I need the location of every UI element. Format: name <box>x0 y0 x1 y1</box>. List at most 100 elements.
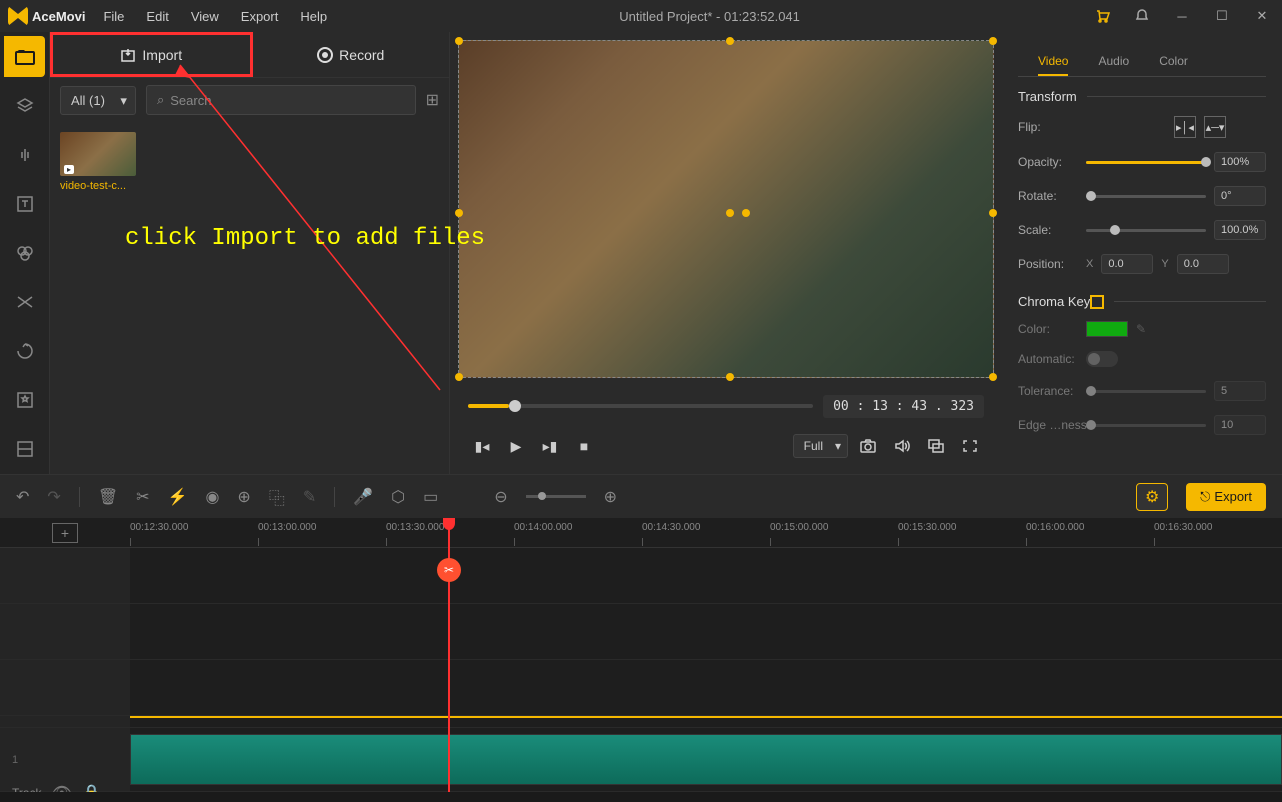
close-button[interactable]: ✕ <box>1242 0 1282 32</box>
edge-slider[interactable] <box>1086 424 1206 427</box>
tolerance-slider[interactable] <box>1086 390 1206 393</box>
ratio-button[interactable]: ▭ <box>423 487 438 507</box>
preview-button[interactable]: ◉ <box>205 487 219 507</box>
snapshot-icon[interactable] <box>854 432 882 460</box>
edge-value[interactable]: 10 <box>1214 415 1266 435</box>
filter-dropdown[interactable]: All (1) <box>60 86 136 115</box>
rotate-value[interactable]: 0° <box>1214 186 1266 206</box>
lock-icon[interactable]: 🔒 <box>82 783 102 793</box>
zoom-in-button[interactable]: ⊕ <box>604 487 617 507</box>
annotation-text: click Import to add files <box>125 225 485 252</box>
maximize-button[interactable]: ☐ <box>1202 0 1242 32</box>
scale-slider[interactable] <box>1086 229 1206 232</box>
marker-button[interactable]: ⬡ <box>391 487 405 507</box>
detach-icon[interactable] <box>922 432 950 460</box>
opacity-value[interactable]: 100% <box>1214 152 1266 172</box>
position-y[interactable]: 0.0 <box>1177 254 1229 274</box>
tab-color[interactable]: Color <box>1159 48 1188 76</box>
media-thumb[interactable]: video-test-c... <box>60 132 140 192</box>
volume-icon[interactable] <box>888 432 916 460</box>
chroma-section: Chroma Key <box>1018 294 1266 309</box>
sidebar-media[interactable] <box>4 36 45 77</box>
scale-label: Scale: <box>1018 223 1078 237</box>
split-button[interactable]: ✂ <box>136 487 149 507</box>
video-clip[interactable] <box>130 734 1282 785</box>
menu-export[interactable]: Export <box>231 3 289 30</box>
sidebar-layers[interactable] <box>0 81 49 130</box>
minimize-button[interactable]: ─ <box>1162 0 1202 32</box>
edge-label: Edge …ness: <box>1018 418 1078 432</box>
opacity-slider[interactable] <box>1086 161 1206 164</box>
import-button[interactable]: Import <box>50 32 253 77</box>
prev-frame-button[interactable]: ▮◂ <box>468 432 496 460</box>
play-button[interactable]: ▶ <box>502 432 530 460</box>
rotate-label: Rotate: <box>1018 189 1078 203</box>
sidebar-split[interactable] <box>0 425 49 474</box>
titlebar: AceMovi File Edit View Export Help Untit… <box>0 0 1282 32</box>
menu-edit[interactable]: Edit <box>136 3 178 30</box>
mic-button[interactable]: 🎤 <box>353 487 373 507</box>
tab-audio[interactable]: Audio <box>1098 48 1129 76</box>
track-row-main: 1 Track 👁 🔒 <box>0 728 1282 792</box>
sidebar-templates[interactable] <box>0 376 49 425</box>
timeline-ruler[interactable]: + 00:12:30.000 00:13:00.000 00:13:30.000… <box>0 518 1282 548</box>
automatic-label: Automatic: <box>1018 352 1078 366</box>
menu-help[interactable]: Help <box>290 3 337 30</box>
sidebar-filters[interactable] <box>0 229 49 278</box>
flip-horizontal-button[interactable]: ▸│◂ <box>1174 116 1196 138</box>
export-label: Export <box>1214 489 1252 504</box>
zoom-slider[interactable] <box>526 495 586 498</box>
rotate-slider[interactable] <box>1086 195 1206 198</box>
stop-button[interactable]: ■ <box>570 432 598 460</box>
position-x[interactable]: 0.0 <box>1101 254 1153 274</box>
delete-button[interactable]: 🗑 <box>98 487 118 507</box>
record-button[interactable]: Record <box>253 32 450 77</box>
tolerance-value[interactable]: 5 <box>1214 381 1266 401</box>
export-button[interactable]: ⎋ Export <box>1186 483 1266 511</box>
playhead[interactable]: ✂ <box>448 518 450 792</box>
redo-button[interactable]: ↷ <box>47 487 60 507</box>
track-divider <box>0 716 1282 728</box>
sidebar-audio[interactable] <box>0 130 49 179</box>
record-icon <box>317 47 333 63</box>
left-sidebar <box>0 32 50 474</box>
sidebar-behaviors[interactable] <box>0 327 49 376</box>
grid-view-icon[interactable]: ⊞ <box>426 90 439 110</box>
speed-button[interactable]: ⚡ <box>168 487 188 507</box>
search-input[interactable]: ⌕ Search <box>146 85 416 115</box>
thumb-label: video-test-c... <box>60 180 140 192</box>
tab-video[interactable]: Video <box>1038 48 1068 76</box>
cart-icon[interactable] <box>1082 0 1122 32</box>
visibility-icon[interactable]: 👁 <box>52 783 72 793</box>
chroma-checkbox[interactable] <box>1090 295 1104 309</box>
menu-view[interactable]: View <box>181 3 229 30</box>
add-track-button[interactable]: + <box>52 523 78 543</box>
import-label: Import <box>142 47 182 63</box>
preview-canvas[interactable] <box>458 40 994 378</box>
sidebar-text[interactable] <box>0 179 49 228</box>
settings-button[interactable]: ⚙ <box>1136 483 1168 511</box>
menu-file[interactable]: File <box>93 3 134 30</box>
bell-icon[interactable] <box>1122 0 1162 32</box>
chroma-color-swatch[interactable] <box>1086 321 1128 337</box>
color-label: Color: <box>1018 322 1078 336</box>
automatic-toggle[interactable] <box>1086 351 1118 367</box>
track-row <box>0 548 1282 604</box>
scale-value[interactable]: 100.0% <box>1214 220 1266 240</box>
sidebar-transitions[interactable] <box>0 278 49 327</box>
zoom-out-button[interactable]: ⊖ <box>494 487 507 507</box>
progress-bar[interactable] <box>468 404 813 408</box>
flip-vertical-button[interactable]: ▴─▾ <box>1204 116 1226 138</box>
project-title: Untitled Project* - 01:23:52.041 <box>337 9 1082 24</box>
crop-button[interactable]: ⿻ <box>269 485 285 509</box>
opacity-label: Opacity: <box>1018 155 1078 169</box>
fullscreen-icon[interactable] <box>956 432 984 460</box>
edit-button[interactable]: ✎ <box>303 487 316 507</box>
eyedropper-icon[interactable]: ✎ <box>1136 322 1146 336</box>
next-frame-button[interactable]: ▸▮ <box>536 432 564 460</box>
scissors-icon[interactable]: ✂ <box>437 558 461 582</box>
transform-section: Transform <box>1018 89 1266 104</box>
fit-button[interactable]: ⊕ <box>237 487 250 507</box>
undo-button[interactable]: ↶ <box>16 487 29 507</box>
zoom-dropdown[interactable]: Full <box>793 434 848 458</box>
